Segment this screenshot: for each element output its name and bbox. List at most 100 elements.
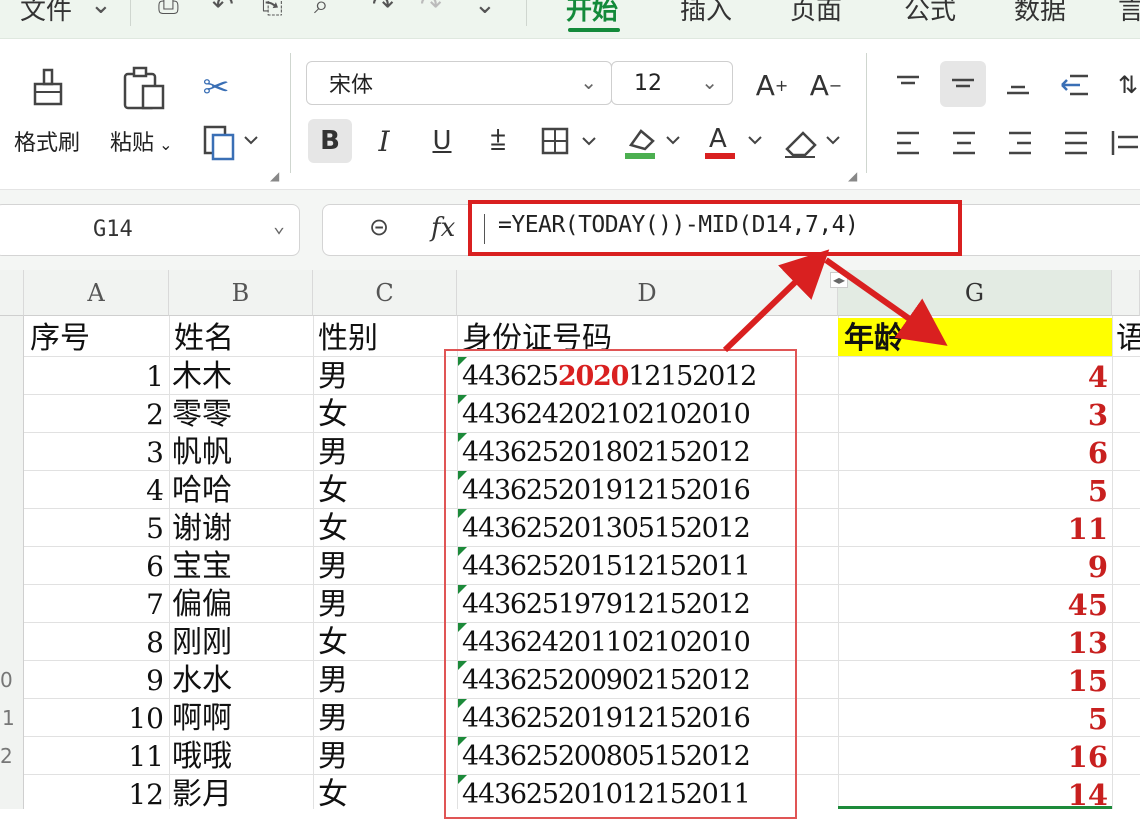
preview-icon[interactable]: ⌕: [314, 0, 329, 21]
row-number-partial[interactable]: 2: [0, 744, 13, 768]
column-header-next[interactable]: [1112, 270, 1140, 316]
justify-icon[interactable]: [1056, 123, 1096, 163]
cell-sex[interactable]: 男: [318, 434, 348, 472]
cell-sex[interactable]: 女: [318, 510, 348, 548]
undo-icon[interactable]: ↶: [212, 0, 234, 20]
header-cell-name[interactable]: 姓名: [174, 320, 234, 358]
column-header-a[interactable]: A: [24, 270, 169, 316]
cell-sex[interactable]: 女: [318, 472, 348, 510]
cell-name[interactable]: 谢谢: [172, 510, 232, 548]
cell-name[interactable]: 哈哈: [172, 472, 232, 510]
cell-name[interactable]: 啊啊: [172, 700, 232, 738]
column-header-d[interactable]: D: [457, 270, 838, 316]
strikethrough-icon[interactable]: ⩲: [478, 119, 518, 163]
tab-home[interactable]: 开始: [566, 0, 618, 27]
cell-age[interactable]: 5: [838, 700, 1108, 738]
cell-age[interactable]: 9: [838, 548, 1108, 586]
tab-data[interactable]: 数据: [1014, 0, 1066, 27]
cell-age[interactable]: 15: [838, 662, 1108, 700]
cell-no[interactable]: 7: [24, 586, 164, 624]
print-icon[interactable]: ⎘: [262, 0, 283, 21]
chevron-down-icon[interactable]: ⌄: [90, 0, 112, 20]
header-cell-next[interactable]: 语: [1116, 320, 1140, 358]
save-icon[interactable]: ⎙: [158, 0, 179, 21]
decrease-indent-icon[interactable]: [1054, 65, 1094, 105]
clipboard-expand-icon[interactable]: ◢: [270, 169, 279, 183]
cell-no[interactable]: 3: [24, 434, 164, 472]
increase-font-icon[interactable]: A +: [752, 63, 792, 107]
font-expand-icon[interactable]: ◢: [848, 169, 857, 183]
cell-sex[interactable]: 女: [318, 396, 348, 434]
fill-color-icon[interactable]: [618, 117, 684, 165]
text-direction-icon[interactable]: ⇅: [1108, 65, 1140, 105]
paste-label[interactable]: 粘贴 ⌄: [110, 125, 173, 157]
tab-formula[interactable]: 公式: [904, 0, 956, 27]
cell-name[interactable]: 零零: [172, 396, 232, 434]
copy-icon[interactable]: [198, 119, 260, 163]
header-cell-no[interactable]: 序号: [30, 320, 90, 358]
cell-sex[interactable]: 男: [318, 700, 348, 738]
format-painter-label[interactable]: 格式刷: [14, 125, 80, 157]
eraser-icon[interactable]: [780, 117, 846, 165]
cell-name[interactable]: 水水: [172, 662, 232, 700]
cell-name[interactable]: 偏偏: [172, 586, 232, 624]
column-header-g[interactable]: G: [838, 270, 1112, 316]
row-number-partial[interactable]: 1: [2, 706, 15, 730]
cell-name[interactable]: 木木: [172, 358, 232, 396]
cell-sex[interactable]: 男: [318, 738, 348, 776]
cell-no[interactable]: 12: [24, 776, 164, 814]
cell-name[interactable]: 哦哦: [172, 738, 232, 776]
align-top-icon[interactable]: [888, 65, 928, 105]
cell-name[interactable]: 刚刚: [172, 624, 232, 662]
cut-icon[interactable]: ✂: [196, 65, 236, 109]
distributed-align-icon[interactable]: [1110, 123, 1140, 163]
cell-name[interactable]: 影月: [172, 776, 232, 814]
cell-sex[interactable]: 女: [318, 776, 348, 814]
tab-page[interactable]: 页面: [790, 0, 842, 27]
row-number-partial[interactable]: 0: [0, 668, 13, 692]
column-header-c[interactable]: C: [313, 270, 457, 316]
cell-age[interactable]: 3: [838, 396, 1108, 434]
header-cell-age[interactable]: 年龄: [844, 320, 904, 358]
underline-button[interactable]: U: [422, 119, 462, 163]
bold-button[interactable]: B: [308, 119, 352, 163]
zoom-formula-icon[interactable]: ⊝: [369, 213, 389, 241]
tab-partial[interactable]: 言: [1118, 0, 1140, 27]
column-header-b[interactable]: B: [169, 270, 313, 316]
redo-icon[interactable]: ↷: [372, 0, 394, 20]
cell-age[interactable]: 5: [838, 472, 1108, 510]
select-all-corner[interactable]: [0, 270, 24, 316]
cell-age[interactable]: 6: [838, 434, 1108, 472]
cell-no[interactable]: 6: [24, 548, 164, 586]
tab-insert[interactable]: 插入: [680, 0, 732, 27]
cell-age[interactable]: 4: [838, 358, 1108, 396]
cell-sex[interactable]: 女: [318, 624, 348, 662]
tab-file[interactable]: 文件: [20, 0, 72, 27]
cell-name[interactable]: 宝宝: [172, 548, 232, 586]
font-size-select[interactable]: 12 ⌄: [611, 61, 733, 105]
cell-age[interactable]: 45: [838, 586, 1108, 624]
cell-no[interactable]: 4: [24, 472, 164, 510]
formula-input[interactable]: =YEAR(TODAY())-MID(D14,7,4): [468, 200, 962, 256]
cell-sex[interactable]: 男: [318, 586, 348, 624]
font-name-select[interactable]: 宋体 ⌄: [306, 61, 612, 105]
align-bottom-icon[interactable]: [998, 65, 1038, 105]
borders-icon[interactable]: [536, 119, 602, 163]
format-painter-icon[interactable]: [24, 65, 72, 113]
align-left-icon[interactable]: [888, 123, 928, 163]
cell-age[interactable]: 16: [838, 738, 1108, 776]
paste-icon[interactable]: [120, 63, 168, 113]
cell-no[interactable]: 11: [24, 738, 164, 776]
cell-no[interactable]: 1: [24, 358, 164, 396]
align-center-icon[interactable]: [944, 123, 984, 163]
cell-no[interactable]: 9: [24, 662, 164, 700]
italic-button[interactable]: I: [364, 119, 404, 163]
cell-name[interactable]: 帆帆: [172, 434, 232, 472]
cell-no[interactable]: 8: [24, 624, 164, 662]
decrease-font-icon[interactable]: A −: [806, 63, 846, 107]
cell-sex[interactable]: 男: [318, 548, 348, 586]
font-color-icon[interactable]: A: [700, 117, 766, 165]
align-right-icon[interactable]: [1000, 123, 1040, 163]
name-box[interactable]: G14 ⌄: [0, 204, 300, 256]
cell-no[interactable]: 5: [24, 510, 164, 548]
